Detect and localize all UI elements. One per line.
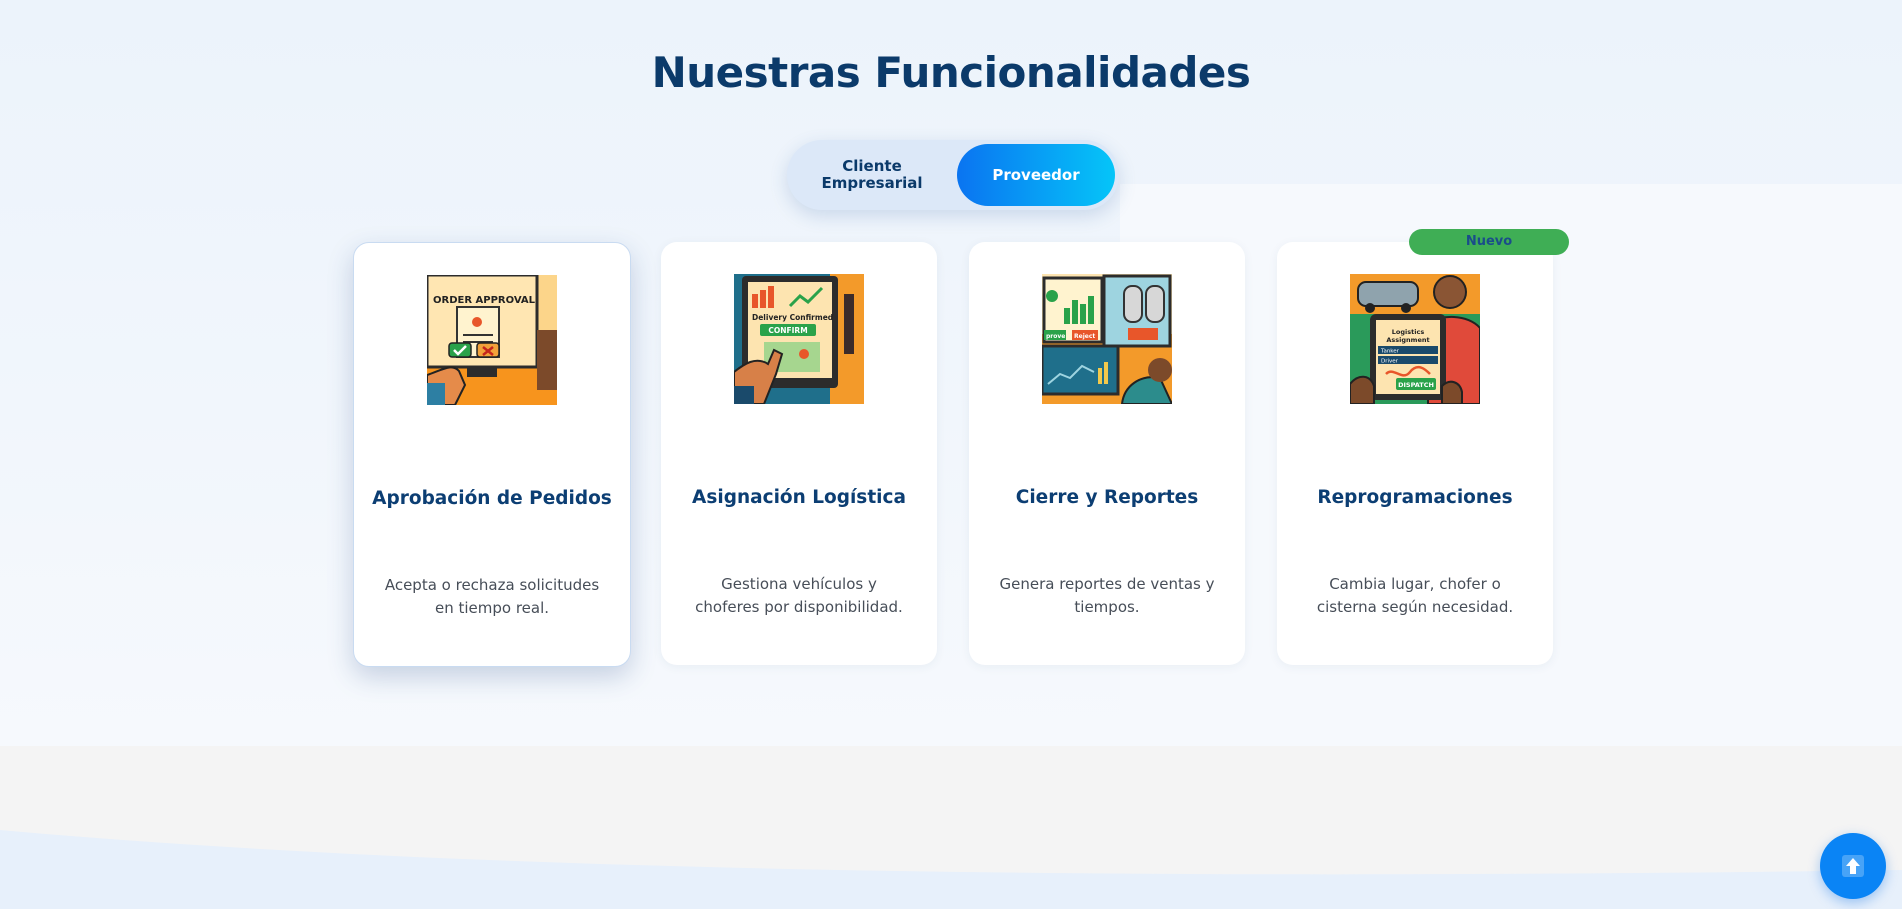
card-description: Gestiona vehículos y choferes por dispon… [695,575,903,616]
svg-text:ORDER APPROVAL: ORDER APPROVAL [433,295,536,306]
feature-card-asignacion[interactable]: Delivery Confirmed CONFIRM Asignación Lo… [661,242,937,665]
svg-text:Assignment: Assignment [1386,336,1429,344]
scroll-to-top-button[interactable] [1820,833,1886,899]
feature-card-reprogramaciones[interactable]: Logistics Assignment Tanker Driver DISPA… [1277,242,1553,665]
delivery-confirmed-illustration: Delivery Confirmed CONFIRM [734,274,864,404]
feature-card-cierre[interactable]: prove Reject Cierre y Reportes Genera re… [969,242,1245,665]
toggle-proveedor[interactable]: Proveedor [957,144,1115,206]
feature-card-aprobacion[interactable]: ORDER APPROVAL Aprobación de Pedidos Ace… [353,242,631,667]
card-description: Acepta o rechaza solicitudes en tiempo r… [384,576,600,617]
features-section [0,0,1902,746]
toggle-cliente-empresarial[interactable]: Cliente Empresarial [791,144,953,206]
card-title: Reprogramaciones [1317,487,1513,508]
svg-text:Reject: Reject [1074,333,1095,340]
reports-dashboard-illustration: prove Reject [1042,274,1172,404]
svg-text:DISPATCH: DISPATCH [1398,381,1434,389]
order-approval-illustration: ORDER APPROVAL [427,275,557,405]
card-title: Aprobación de Pedidos [372,488,612,509]
card-description: Genera reportes de ventas y tiempos. [999,575,1215,616]
user-type-toggle: Cliente Empresarial Proveedor [787,140,1119,210]
svg-text:CONFIRM: CONFIRM [768,326,807,335]
svg-text:Driver: Driver [1381,359,1399,365]
svg-text:Delivery Confirmed: Delivery Confirmed [752,313,833,322]
card-title: Asignación Logística [692,487,906,508]
svg-text:Tanker: Tanker [1380,349,1400,355]
new-badge: Nuevo [1409,229,1569,255]
bottom-wave [0,830,1902,909]
card-description: Cambia lugar, chofer o cisterna según ne… [1316,575,1514,616]
card-title: Cierre y Reportes [1015,487,1199,508]
section-title: Nuestras Funcionalidades [651,48,1251,97]
svg-text:prove: prove [1046,333,1065,340]
svg-text:Logistics: Logistics [1392,328,1425,336]
scroll-to-top-icon [1842,855,1864,877]
logistics-assignment-illustration: Logistics Assignment Tanker Driver DISPA… [1350,274,1480,404]
